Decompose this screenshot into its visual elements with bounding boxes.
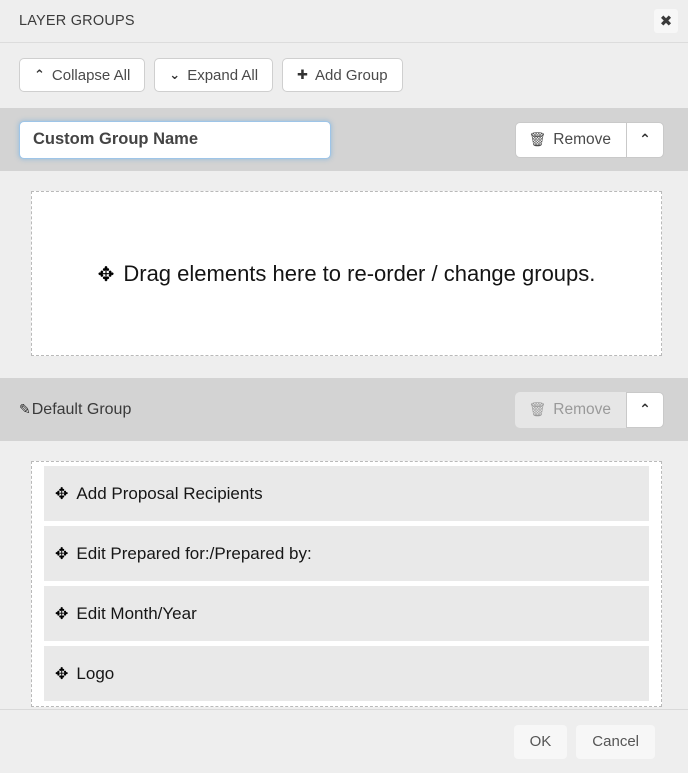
group-name-input[interactable] bbox=[19, 120, 331, 159]
chevron-up-icon: ⌃ bbox=[34, 67, 45, 83]
chevron-up-icon: ⌃ bbox=[639, 401, 651, 418]
close-icon[interactable]: ✖ bbox=[654, 9, 678, 33]
group-actions-custom: 🗑 Remove ⌃ bbox=[514, 121, 664, 158]
trash-icon: 🗑 bbox=[528, 401, 547, 418]
remove-group-button[interactable]: 🗑 Remove bbox=[514, 121, 626, 158]
chevron-down-icon: ⌄ bbox=[169, 67, 181, 83]
list-item[interactable]: ✥ Add Proposal Recipients bbox=[44, 466, 649, 521]
collapse-all-button[interactable]: ⌃ Collapse All bbox=[19, 58, 146, 92]
group-header-default: ✎ Default Group 🗑 Remove ⌃ bbox=[0, 378, 688, 441]
expand-all-label: Expand All bbox=[187, 66, 259, 84]
add-group-label: Add Group bbox=[315, 66, 388, 84]
group-body-custom: ✥ Drag elements here to re-order / chang… bbox=[0, 171, 688, 378]
expand-all-button[interactable]: ⌄ Expand All bbox=[154, 58, 274, 92]
add-group-button[interactable]: ✚ Add Group bbox=[282, 58, 403, 92]
page-title: LAYER GROUPS bbox=[19, 13, 135, 29]
plus-icon: ✚ bbox=[297, 67, 308, 83]
list-item-label: Edit Month/Year bbox=[76, 603, 197, 623]
dropzone-label: Drag elements here to re-order / change … bbox=[123, 260, 596, 286]
list-item[interactable]: ✥ Logo bbox=[44, 646, 649, 701]
list-item-label: Edit Prepared for:/Prepared by: bbox=[76, 543, 312, 563]
move-icon: ✥ bbox=[97, 261, 115, 286]
move-icon: ✥ bbox=[55, 663, 69, 683]
layer-groups-dialog: LAYER GROUPS ✖ ⌃ Collapse All ⌄ Expand A… bbox=[0, 0, 688, 773]
remove-group-button-disabled: 🗑 Remove bbox=[514, 391, 626, 428]
group-name-default[interactable]: ✎ Default Group bbox=[19, 401, 131, 419]
list-item-label: Add Proposal Recipients bbox=[76, 483, 263, 503]
group-name-label: Default Group bbox=[31, 400, 132, 418]
remove-label: Remove bbox=[553, 130, 611, 148]
dropzone[interactable]: ✥ Drag elements here to re-order / chang… bbox=[31, 191, 662, 356]
cancel-button[interactable]: Cancel bbox=[576, 724, 655, 759]
move-icon: ✥ bbox=[55, 483, 69, 503]
remove-label: Remove bbox=[553, 400, 611, 418]
groups-scroll-area[interactable]: 🗑 Remove ⌃ ✥ Drag elements here to re-or… bbox=[0, 108, 688, 710]
layer-list[interactable]: ✥ Add Proposal Recipients ✥ Edit Prepare… bbox=[31, 461, 662, 707]
move-icon: ✥ bbox=[55, 543, 69, 563]
collapse-all-label: Collapse All bbox=[51, 66, 131, 84]
chevron-up-icon: ⌃ bbox=[639, 131, 651, 148]
ok-button[interactable]: OK bbox=[513, 724, 568, 759]
list-item[interactable]: ✥ Edit Month/Year bbox=[44, 586, 649, 641]
move-icon: ✥ bbox=[55, 603, 69, 623]
group-body-default: ✥ Add Proposal Recipients ✥ Edit Prepare… bbox=[0, 441, 688, 709]
dialog-footer: OK Cancel bbox=[0, 710, 688, 773]
list-item-label: Logo bbox=[76, 663, 115, 683]
pencil-icon: ✎ bbox=[19, 401, 31, 418]
list-item[interactable]: ✥ Edit Prepared for:/Prepared by: bbox=[44, 526, 649, 581]
group-header-custom: 🗑 Remove ⌃ bbox=[0, 108, 688, 171]
trash-icon: 🗑 bbox=[528, 131, 547, 148]
collapse-group-button[interactable]: ⌃ bbox=[626, 391, 664, 428]
toolbar: ⌃ Collapse All ⌄ Expand All ✚ Add Group bbox=[0, 43, 688, 108]
group-actions-default: 🗑 Remove ⌃ bbox=[514, 391, 664, 428]
collapse-group-button[interactable]: ⌃ bbox=[626, 121, 664, 158]
dialog-header: LAYER GROUPS ✖ bbox=[0, 0, 688, 43]
dropzone-message: ✥ Drag elements here to re-order / chang… bbox=[98, 261, 596, 287]
